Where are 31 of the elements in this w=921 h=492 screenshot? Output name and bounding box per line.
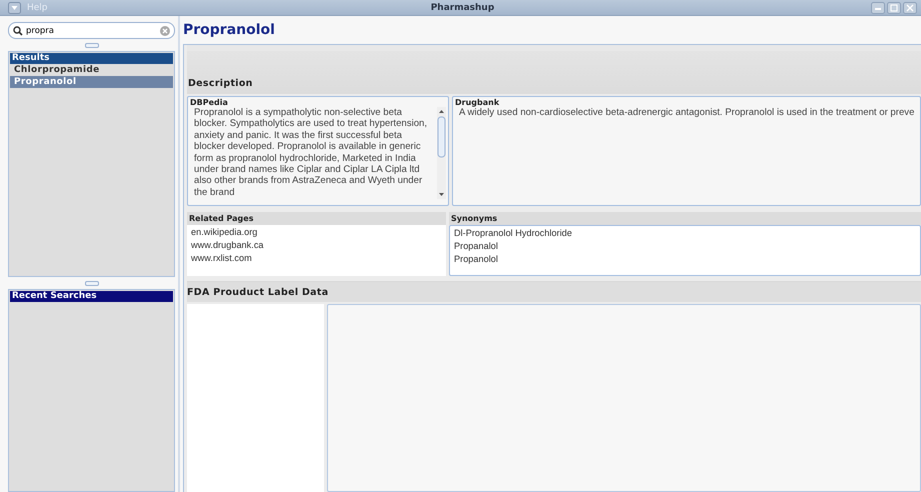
clear-icon[interactable] [160,26,170,36]
result-item[interactable]: Propranolol [10,76,173,88]
search-icon [13,26,23,36]
related-page-link[interactable]: en.wikipedia.org [191,226,442,239]
panel-header: Results [10,53,173,64]
section-title: FDA Prouduct Label Data [187,286,328,298]
result-item[interactable]: Chlorpropamide [10,64,173,76]
list-header: Synonyms [449,212,921,225]
synonym-item: Propanalol [454,240,499,253]
search-input[interactable]: propra [26,26,157,36]
splitter-handle[interactable] [84,281,98,286]
synonym-item: Propanolol [454,253,499,266]
related-page-link[interactable]: www.drugbank.ca [191,239,442,252]
description-text: Propranolol is a sympatholytic non-selective beta blocker. Sympatholytics are used to treat hypertension, anxiety and panic. It was the first successful beta blocker developed. Propranolol is available in generic form as propranolol hydrochloride, Marketed in India under brand names like Ciplar and Ciplar LA Cipla ltd also other brands from AstraZeneca and Wyeth under the brand [193,107,428,200]
list-header: Related Pages [187,212,446,225]
source-title: DBPedia [190,98,229,107]
window-title: Pharmashup [430,2,494,12]
description-text: A widely used non-cardioselective beta-adrenergic antagonist. Propranolol is used in the treatment or preve [458,107,916,120]
drug-name: Propranolol [183,21,276,40]
related-page-link[interactable]: www.rxlist.com [191,252,442,265]
minimize-icon[interactable] [871,2,885,14]
maximize-icon[interactable] [887,2,901,14]
synonym-item: Dl-Propranolol Hydrochloride [454,227,573,240]
scrollbar[interactable] [437,107,446,199]
close-icon[interactable] [903,2,917,14]
window-menu-icon[interactable] [8,2,21,14]
panel-header: Recent Searches [10,291,173,302]
search-field[interactable]: propra [8,22,175,39]
source-title: Drugbank [455,98,500,107]
section-title: Description [188,78,253,89]
splitter-handle[interactable] [84,43,98,48]
